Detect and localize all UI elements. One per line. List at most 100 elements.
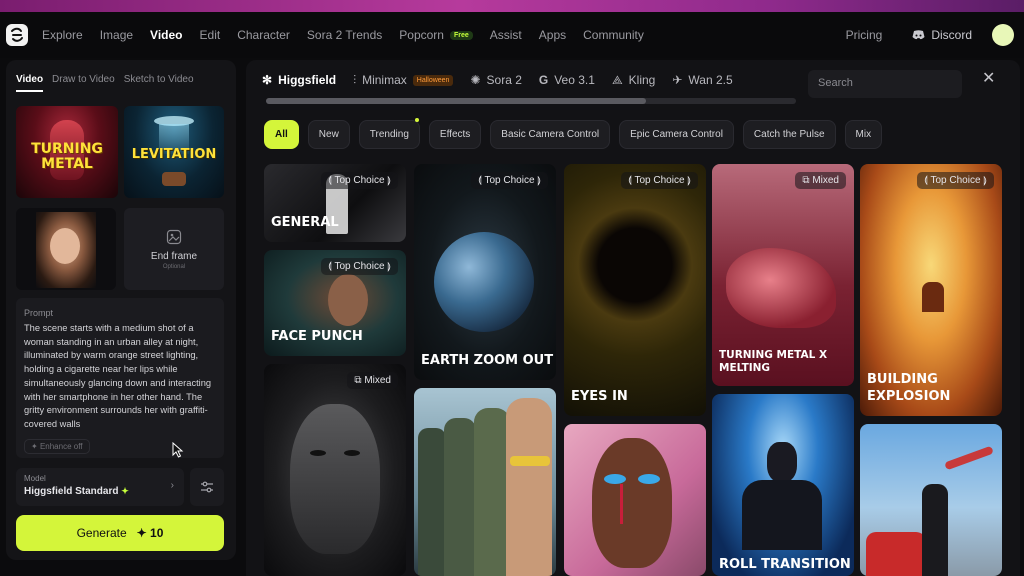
chip-catch-the-pulse[interactable]: Catch the Pulse [742, 120, 836, 149]
model-tab-minimax[interactable]: ⫶ Minimax Halloween [353, 73, 454, 88]
preset-card-face-punch[interactable]: ⟬ Top Choice ⟭ FACE PUNCH [264, 250, 406, 356]
kling-icon: ⟁ [611, 72, 623, 87]
nav-pricing[interactable]: Pricing [846, 28, 883, 42]
model-tab-sora-2-label: Sora 2 [486, 73, 522, 87]
card-badge-text: Mixed [364, 375, 391, 386]
chevron-right-icon: › [170, 480, 174, 491]
card-badge-text: Top Choice [634, 175, 685, 186]
top-choice-badge: ⟬ Top Choice ⟭ [321, 258, 398, 275]
top-choice-badge: ⟬ Top Choice ⟭ [621, 172, 698, 189]
settings-button[interactable] [190, 468, 224, 506]
nav-character[interactable]: Character [237, 28, 290, 42]
model-value: Higgsfield Standard ✦ [24, 486, 176, 497]
chip-all[interactable]: All [264, 120, 299, 149]
preset-card-plane-scene[interactable] [860, 424, 1002, 576]
scroll-thumb[interactable] [266, 98, 646, 104]
top-choice-badge: ⟬ Top Choice ⟭ [321, 172, 398, 189]
end-frame-label: End frame [150, 250, 198, 262]
model-tab-veo-label: Veo 3.1 [554, 73, 595, 87]
halloween-badge: Halloween [412, 74, 454, 86]
nav-apps[interactable]: Apps [539, 28, 566, 42]
generate-label: Generate [76, 526, 127, 540]
generate-button[interactable]: Generate ✦ 10 [16, 515, 224, 551]
card-title: EYES IN [571, 389, 628, 405]
credit-cost: ✦ 10 [137, 526, 164, 540]
mouse-cursor-icon [172, 442, 184, 458]
card-title: GENERAL [271, 215, 339, 231]
preset-card-earth-zoom-out[interactable]: ⟬ Top Choice ⟭ EARTH ZOOM OUT [414, 164, 556, 380]
tab-draw-to-video[interactable]: Draw to Video [52, 74, 115, 92]
preset-card-building-explosion[interactable]: ⟬ Top Choice ⟭ BUILDING EXPLOSION [860, 164, 1002, 416]
user-avatar[interactable] [992, 24, 1014, 46]
model-select[interactable]: Model Higgsfield Standard ✦ › [16, 468, 184, 506]
end-frame-hint: Optional [162, 263, 186, 270]
tab-sketch-to-video[interactable]: Sketch to Video [124, 74, 194, 92]
model-tab-minimax-label: Minimax [362, 73, 407, 87]
openai-icon: ✺ [470, 73, 481, 87]
higgsfield-logo-icon[interactable] [6, 24, 28, 46]
card-title: EARTH ZOOM OUT [421, 353, 554, 369]
credit-icon: ✦ [136, 526, 147, 540]
image-upload-icon [166, 229, 182, 244]
card-badge-text: Top Choice [334, 175, 385, 186]
model-tabs-scrollbar[interactable] [266, 98, 796, 104]
model-tab-kling[interactable]: ⟁ Kling [612, 73, 655, 88]
free-badge: Free [449, 30, 473, 40]
nav-video[interactable]: Video [150, 28, 182, 42]
preset-card-eyes-in[interactable]: ⟬ Top Choice ⟭ EYES IN [564, 164, 706, 416]
model-tab-veo[interactable]: G Veo 3.1 [539, 73, 595, 87]
nav-edit[interactable]: Edit [200, 28, 221, 42]
mixed-badge: ⧉ Mixed [347, 372, 398, 389]
card-badge-text: Top Choice [334, 261, 385, 272]
preset-browser: ✻ Higgsfield ⫶ Minimax Halloween ✺ Sora … [246, 60, 1020, 576]
preset-card-mixed-portrait[interactable]: ⧉ Mixed [264, 364, 406, 576]
nav-community[interactable]: Community [583, 28, 644, 42]
preset-card-roll-transition[interactable]: ROLL TRANSITION [712, 394, 854, 576]
preset-card-clone-row[interactable] [414, 388, 556, 576]
left-panel: Video Draw to Video Sketch to Video TURN… [6, 60, 236, 560]
chip-mix[interactable]: Mix [844, 120, 883, 149]
model-tab-wan[interactable]: ✈ Wan 2.5 [672, 73, 732, 87]
higgsfield-icon: ✻ [262, 73, 273, 87]
nav-popcorn[interactable]: Popcorn Free [399, 28, 473, 42]
sparkle-icon: ✦ [121, 486, 129, 496]
search-input[interactable]: Search [808, 70, 962, 98]
top-navigation: Explore Image Video Edit Character Sora … [0, 12, 1024, 58]
chip-trending[interactable]: Trending [358, 120, 420, 149]
chip-epic-camera-control[interactable]: Epic Camera Control [619, 120, 734, 149]
card-badge-text: Top Choice [930, 175, 981, 186]
card-title: BUILDING EXPLOSION [867, 372, 951, 405]
chip-effects[interactable]: Effects [428, 120, 482, 149]
model-tabs: ✻ Higgsfield ⫶ Minimax Halloween ✺ Sora … [262, 70, 750, 90]
preset-thumb-turning-metal[interactable]: TURNING METAL [16, 106, 118, 198]
nav-assist[interactable]: Assist [490, 28, 522, 42]
prompt-box[interactable]: Prompt The scene starts with a medium sh… [16, 298, 224, 458]
tab-video[interactable]: Video [16, 74, 44, 92]
card-title: TURNING METAL X MELTING [719, 348, 828, 375]
card-badge-text: Mixed [812, 175, 839, 186]
enhance-label: Enhance off [39, 442, 83, 451]
model-label: Model [24, 474, 46, 483]
chip-new[interactable]: New [307, 120, 350, 149]
prompt-label: Prompt [24, 308, 54, 318]
new-indicator-dot [415, 118, 419, 122]
nav-sora-2-trends[interactable]: Sora 2 Trends [307, 28, 382, 42]
close-icon[interactable]: ✕ [982, 68, 995, 88]
enhance-toggle[interactable]: ✦ Enhance off [24, 439, 90, 454]
nav-discord[interactable]: Discord [912, 28, 972, 42]
mixed-badge: ⧉ Mixed [795, 172, 846, 189]
preset-card-face-paint[interactable] [564, 424, 706, 576]
mode-tabs: Video Draw to Video Sketch to Video [16, 74, 203, 92]
model-tab-sora-2[interactable]: ✺ Sora 2 [470, 73, 521, 87]
preset-thumb-levitation[interactable]: LEVITATION [124, 106, 224, 198]
preset-card-turning-metal-melting[interactable]: ⧉ Mixed TURNING METAL X MELTING [712, 164, 854, 386]
model-tab-higgsfield[interactable]: ✻ Higgsfield [262, 73, 336, 87]
prompt-text[interactable]: The scene starts with a medium shot of a… [24, 322, 216, 434]
nav-image[interactable]: Image [100, 28, 133, 42]
chip-basic-camera-control[interactable]: Basic Camera Control [490, 120, 611, 149]
start-frame-image[interactable] [16, 208, 116, 290]
nav-explore[interactable]: Explore [42, 28, 83, 42]
end-frame-upload[interactable]: End frame Optional [124, 208, 224, 290]
wan-icon: ✈ [672, 73, 683, 87]
preset-card-general[interactable]: ⟬ Top Choice ⟭ GENERAL [264, 164, 406, 242]
